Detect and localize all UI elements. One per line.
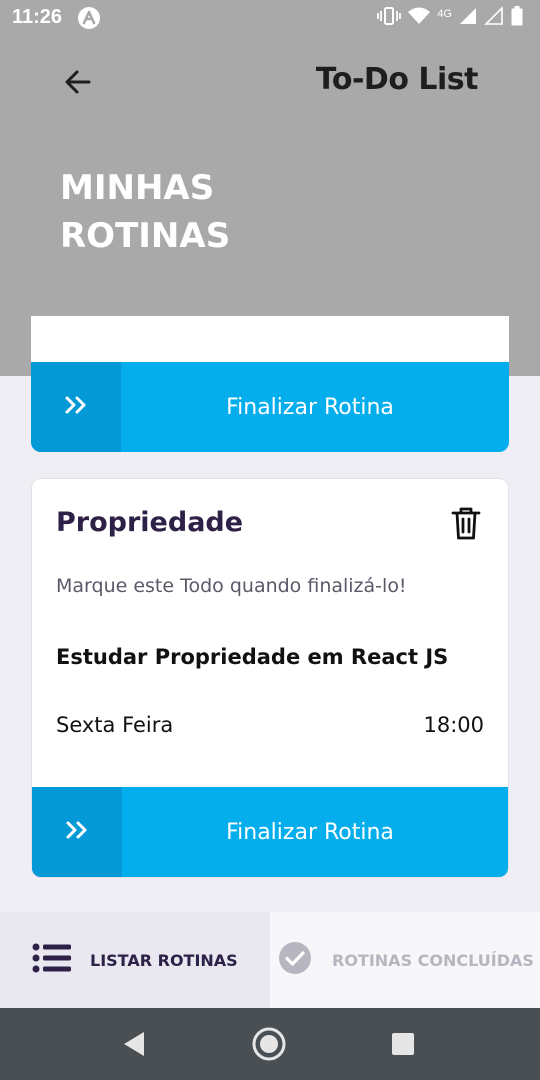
app-notification-icon	[78, 7, 100, 29]
tab-list-routines[interactable]: LISTAR ROTINAS	[0, 912, 270, 1008]
tab-completed-routines[interactable]: ROTINAS CONCLUÍDAS	[270, 912, 540, 1008]
wifi-icon	[407, 6, 431, 30]
finish-routine-label: Finalizar Rotina	[226, 819, 394, 845]
signal-icon	[458, 6, 478, 30]
square-recents-icon	[385, 1033, 421, 1066]
finish-icon-box	[31, 362, 121, 452]
finish-icon-box	[32, 787, 122, 877]
bottom-tab-bar: LISTAR ROTINAS ROTINAS CONCLUÍDAS	[0, 912, 540, 1008]
signal-empty-icon	[484, 6, 504, 30]
network-type-label: 4G	[437, 8, 452, 20]
routine-card: Finalizar Rotina	[31, 316, 509, 452]
status-icons: 4G	[377, 6, 524, 30]
routine-time: 18:00	[423, 713, 484, 737]
home-circle-icon	[251, 1027, 287, 1066]
back-button[interactable]	[60, 64, 96, 100]
check-circle-icon	[278, 941, 312, 979]
nav-recents-button[interactable]	[385, 1026, 421, 1062]
list-icon	[32, 942, 72, 978]
system-navigation-bar	[0, 1008, 540, 1080]
nav-home-button[interactable]	[251, 1026, 287, 1062]
tab-label: LISTAR ROTINAS	[90, 950, 238, 970]
double-chevron-right-icon	[62, 393, 90, 421]
routine-hint: Marque este Todo quando finalizá-lo!	[56, 575, 407, 597]
routine-day: Sexta Feira	[56, 713, 174, 737]
finish-routine-button[interactable]: Finalizar Rotina	[31, 362, 509, 452]
double-chevron-right-icon	[63, 818, 91, 846]
trash-icon	[450, 507, 482, 545]
routine-description: Estudar Propriedade em React JS	[56, 645, 449, 669]
routine-card: Propriedade Marque este Todo quando fina…	[31, 478, 509, 878]
delete-routine-button[interactable]	[450, 505, 482, 541]
battery-icon	[510, 5, 524, 31]
triangle-back-icon	[116, 1032, 152, 1066]
routine-title: Propriedade	[56, 507, 244, 538]
page-title: MINHAS ROTINAS	[60, 168, 231, 256]
arrow-left-icon	[60, 70, 96, 104]
app-title: To-Do List	[315, 62, 479, 97]
tab-label: ROTINAS CONCLUÍDAS	[332, 950, 534, 970]
status-bar: 11:26 4G	[0, 0, 540, 36]
finish-routine-label: Finalizar Rotina	[226, 394, 394, 420]
nav-back-button[interactable]	[116, 1026, 152, 1062]
vibrate-icon	[377, 6, 402, 30]
finish-routine-button[interactable]: Finalizar Rotina	[32, 787, 508, 877]
status-time: 11:26	[12, 6, 63, 28]
